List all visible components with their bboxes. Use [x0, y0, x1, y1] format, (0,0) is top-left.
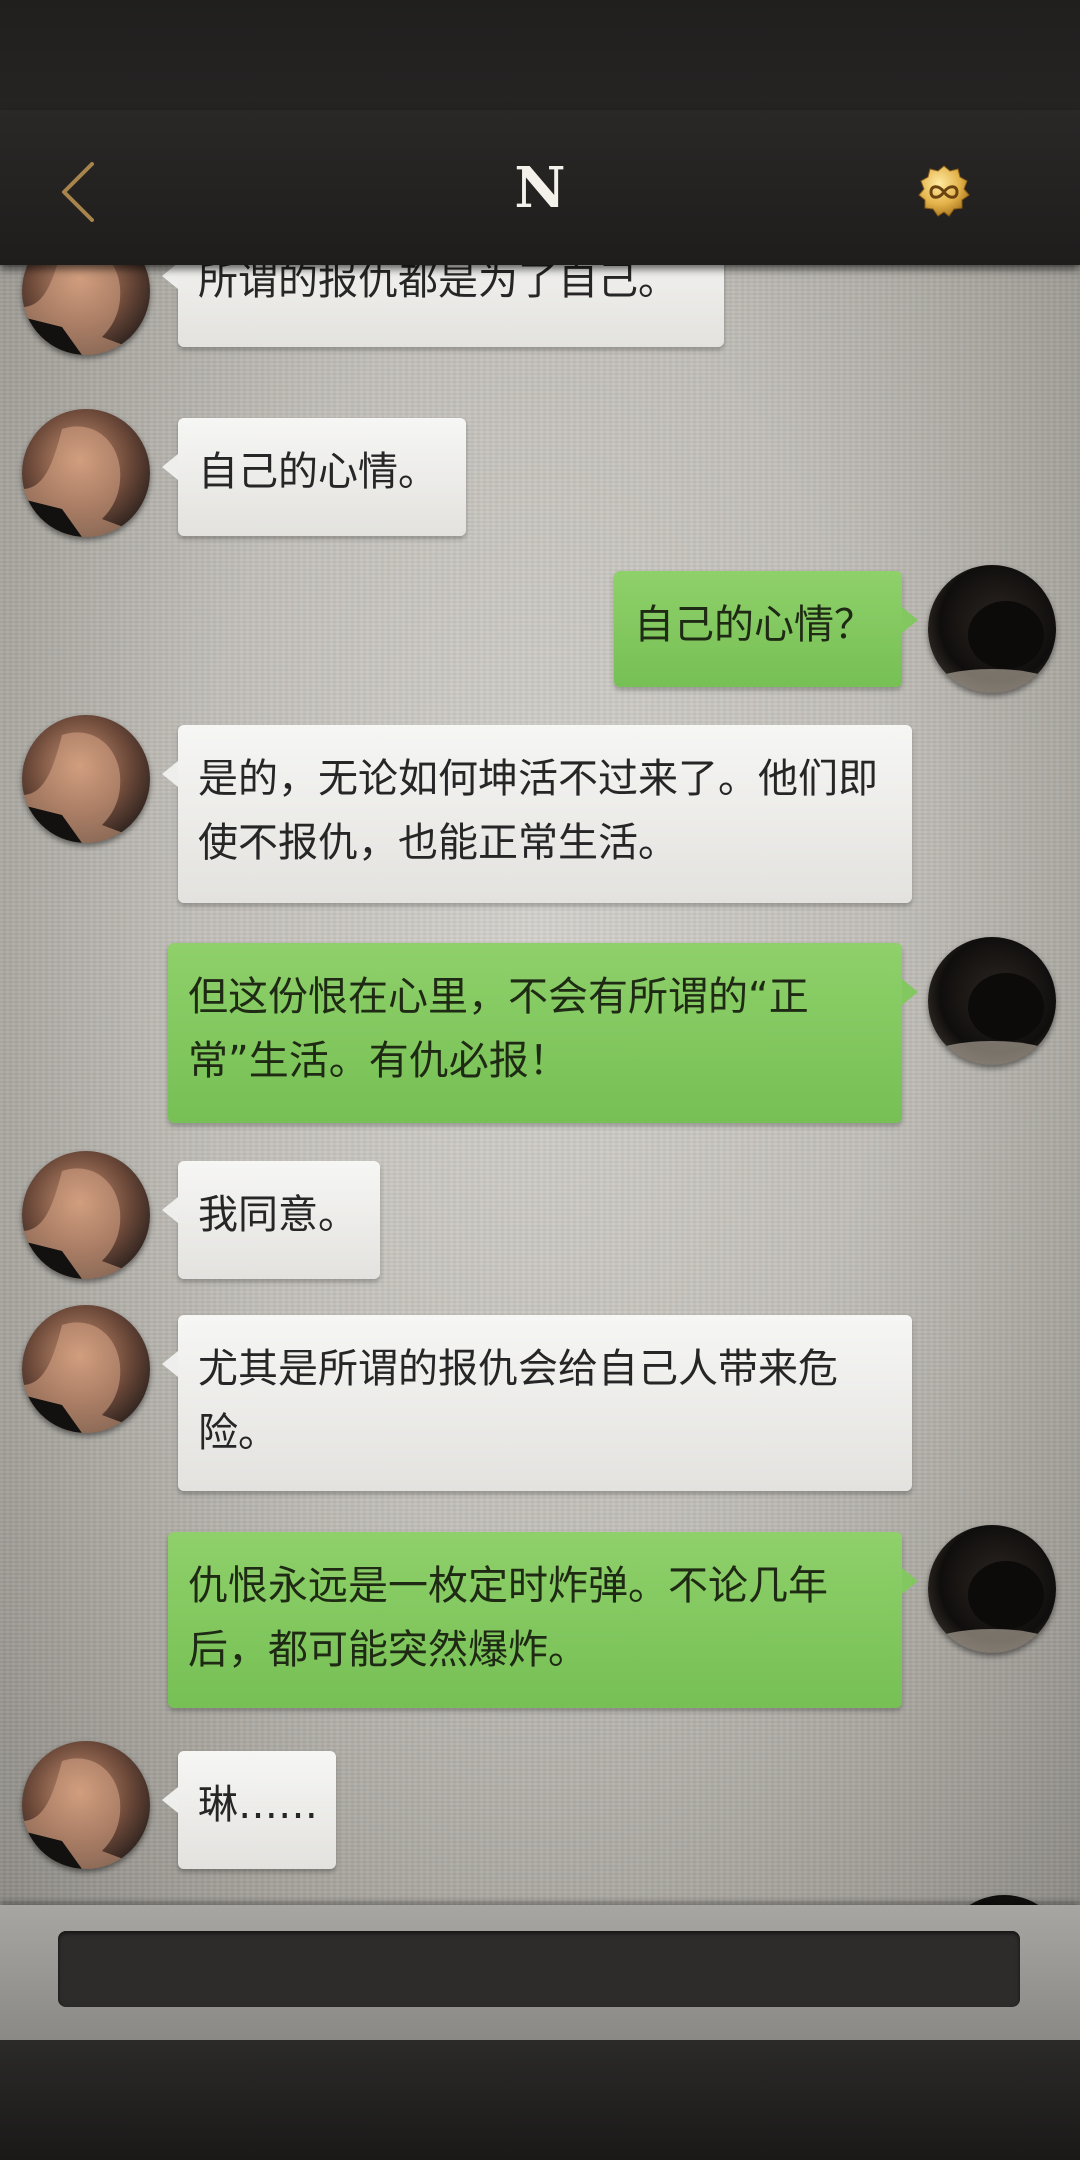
- message-bubble-outgoing[interactable]: 仇恨永远是一枚定时炸弹。不论几年后，都可能突然爆炸。: [168, 1532, 918, 1708]
- infinity-coin-icon: [918, 165, 970, 217]
- message-text: 我同意。: [198, 1192, 358, 1238]
- message-bubble-incoming[interactable]: 琳……: [162, 1751, 336, 1869]
- message-text: 仇恨永远是一枚定时炸弹。不论几年后，都可能突然爆炸。: [188, 1563, 828, 1673]
- my-avatar[interactable]: [928, 565, 1056, 693]
- message-text: 所谓的报仇都是为了自己。: [198, 265, 678, 304]
- message-bubble-incoming[interactable]: 我同意。: [162, 1161, 380, 1279]
- contact-avatar[interactable]: [22, 1741, 150, 1869]
- navigation-bar: [0, 2040, 1080, 2160]
- message-bubble-outgoing[interactable]: 但这份恨在心里，不会有所谓的“正常”生活。有仇必报！: [168, 943, 918, 1123]
- message-text: 尤其是所谓的报仇会给自己人带来危险。: [198, 1346, 838, 1456]
- contact-avatar[interactable]: [22, 409, 150, 537]
- message-bubble-incoming[interactable]: 自己的心情。: [162, 418, 466, 536]
- message-text: 自己的心情？: [634, 602, 874, 648]
- message-bubble-outgoing[interactable]: 自己的心情？: [614, 571, 918, 687]
- message-text: 但这份恨在心里，不会有所谓的“正常”生活。有仇必报！: [188, 974, 809, 1084]
- title-bar: N: [0, 110, 1080, 265]
- chat-area[interactable]: 所谓的报仇都是为了自己。 自己的心情。 自己的心情？ 是的，无论如何坤活不过来了…: [0, 265, 1080, 1905]
- my-avatar[interactable]: [928, 937, 1056, 1065]
- message-bubble-incoming[interactable]: 尤其是所谓的报仇会给自己人带来危险。: [162, 1315, 912, 1491]
- input-bar: [0, 1905, 1080, 2040]
- message-bubble-incoming[interactable]: 是的，无论如何坤活不过来了。他们即使不报仇，也能正常生活。: [162, 725, 912, 903]
- contact-avatar[interactable]: [22, 715, 150, 843]
- message-bubble-incoming[interactable]: 所谓的报仇都是为了自己。: [162, 265, 724, 347]
- my-avatar[interactable]: [940, 1895, 1068, 1905]
- contact-avatar[interactable]: [22, 1151, 150, 1279]
- message-text: 琳……: [198, 1782, 318, 1828]
- infinity-badge-button[interactable]: [916, 164, 972, 220]
- my-avatar[interactable]: [928, 1525, 1056, 1653]
- message-input[interactable]: [58, 1931, 1020, 2007]
- contact-avatar[interactable]: [22, 1305, 150, 1433]
- message-text: 是的，无论如何坤活不过来了。他们即使不报仇，也能正常生活。: [198, 756, 878, 866]
- contact-avatar[interactable]: [22, 265, 150, 355]
- status-bar: [0, 0, 1080, 110]
- message-text: 自己的心情。: [198, 449, 438, 495]
